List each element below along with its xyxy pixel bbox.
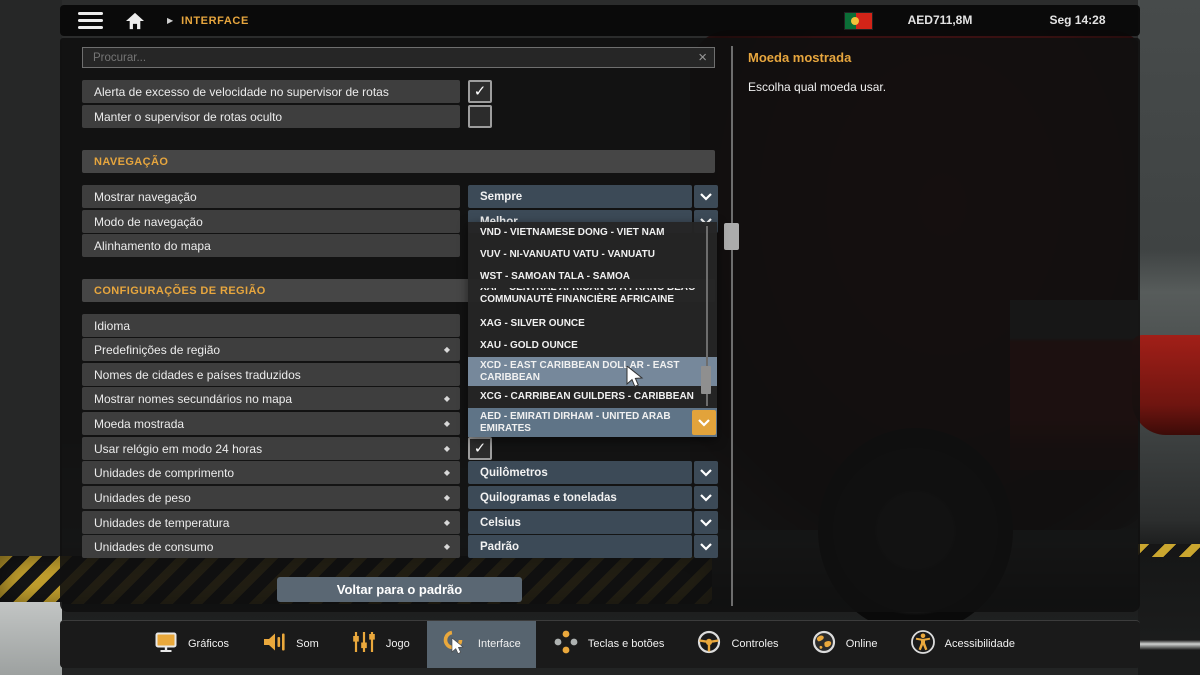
checkbox-hide-advisor[interactable]: [468, 105, 492, 128]
modified-diamond-icon: ◆: [443, 518, 450, 527]
currency-option[interactable]: XAF - CENTRAL AFRICAN CFA FRANC BEAC - C…: [468, 288, 717, 313]
modified-diamond-icon: ◆: [443, 468, 450, 477]
dropdown-value[interactable]: Sempre: [468, 185, 692, 208]
modified-diamond-icon: ◆: [443, 493, 450, 502]
section-header-navigation: NAVEGAÇÃO: [82, 150, 715, 173]
chevron-down-icon[interactable]: [694, 486, 718, 509]
speaker-icon: [261, 629, 287, 660]
setting-label-show-navigation: Mostrar navegação: [82, 185, 460, 208]
chevron-down-icon[interactable]: [694, 461, 718, 484]
cursor-swirl-icon: [442, 629, 469, 661]
gamepad-buttons-icon: [553, 629, 579, 660]
panel-scrollbar-track[interactable]: [731, 46, 733, 606]
dropdown-value[interactable]: Celsius: [468, 511, 692, 534]
ets2-options-screen: ▶ INTERFACE AED711,8M Seg 14:28 × Alerta…: [0, 0, 1200, 675]
currency-option[interactable]: VND - VIETNAMESE DONG - VIET NAM: [468, 222, 717, 244]
hazard-stripe-right: [1138, 544, 1200, 557]
search-box: ×: [82, 47, 715, 68]
setting-label-24h-clock: Usar relógio em modo 24 horas ◆: [82, 437, 460, 460]
setting-label-region-presets: Predefinições de região ◆: [82, 338, 460, 361]
panel-scrollbar-thumb[interactable]: [724, 223, 739, 250]
monitor-icon: [153, 629, 179, 660]
currency-option[interactable]: XCG - CARRIBEAN GUILDERS - CARIBBEAN: [468, 386, 717, 408]
setting-label-map-alignment: Alinhamento do mapa: [82, 234, 460, 257]
menu-icon[interactable]: [78, 11, 103, 30]
dropdown-temperature-units: Celsius: [468, 511, 718, 534]
dropdown-length-units: Quilômetros: [468, 461, 718, 484]
setting-label-navigation-mode: Modo de navegação: [82, 210, 460, 233]
dropdown-value[interactable]: Quilogramas e toneladas: [468, 486, 692, 509]
setting-label-displayed-currency: Moeda mostrada ◆: [82, 412, 460, 435]
currency-option-selected[interactable]: AED - EMIRATI DIRHAM - UNITED ARAB EMIRA…: [468, 408, 717, 437]
setting-label-weight-units: Unidades de peso ◆: [82, 486, 460, 509]
tab-interface[interactable]: Interface: [426, 621, 536, 668]
info-panel-title: Moeda mostrada: [748, 50, 852, 65]
floor-curb: [0, 602, 62, 675]
clear-search-icon[interactable]: ×: [691, 50, 714, 65]
tab-graphics[interactable]: Gráficos: [138, 621, 244, 668]
dropdown-consumption-units: Padrão: [468, 535, 718, 558]
currency-option-hovered[interactable]: XCD - EAST CARIBBEAN DOLLAR - EAST CARIB…: [468, 357, 717, 386]
setting-label-translated-names: Nomes de cidades e países traduzidos: [82, 363, 460, 386]
top-bar: ▶ INTERFACE AED711,8M Seg 14:28: [60, 5, 1140, 36]
modified-diamond-icon: ◆: [443, 542, 450, 551]
checkbox-24h-clock[interactable]: ✓: [468, 437, 492, 460]
modified-diamond-icon: ◆: [443, 444, 450, 453]
globe-icon: [811, 629, 837, 660]
modified-diamond-icon: ◆: [443, 345, 450, 354]
home-icon[interactable]: [125, 12, 145, 30]
tab-keys-buttons[interactable]: Teclas e botões: [538, 621, 679, 668]
time-display: Seg 14:28: [1049, 13, 1106, 27]
tab-game[interactable]: Jogo: [336, 621, 425, 668]
info-panel-description: Escolha qual moeda usar.: [748, 80, 887, 94]
chevron-up-toggle-icon[interactable]: [692, 410, 716, 435]
setting-label-consumption-units: Unidades de consumo ◆: [82, 535, 460, 558]
dropdown-value[interactable]: Padrão: [468, 535, 692, 558]
setting-label-hide-advisor: Manter o supervisor de rotas oculto: [82, 105, 460, 128]
setting-label-temperature-units: Unidades de temperatura ◆: [82, 511, 460, 534]
tab-controls[interactable]: Controles: [681, 621, 793, 668]
currency-option[interactable]: VUV - NI-VANUATU VATU - VANUATU: [468, 244, 717, 266]
truck-fender-backdrop: [1132, 335, 1200, 435]
dropdown-show-navigation: Sempre: [468, 185, 718, 208]
settings-panel: × Alerta de excesso de velocidade no sup…: [60, 38, 1140, 612]
sliders-icon: [351, 629, 377, 660]
setting-label-speed-alert: Alerta de excesso de velocidade no super…: [82, 80, 460, 103]
tab-accessibility[interactable]: Acessibilidade: [895, 621, 1030, 668]
dropdown-weight-units: Quilogramas e toneladas: [468, 486, 718, 509]
money-display: AED711,8M: [907, 13, 973, 27]
checkbox-speed-alert[interactable]: ✓: [468, 80, 492, 103]
tab-online[interactable]: Online: [796, 621, 893, 668]
currency-option[interactable]: XAU - GOLD OUNCE: [468, 335, 717, 357]
steering-wheel-icon: [696, 629, 722, 660]
modified-diamond-icon: ◆: [443, 394, 450, 403]
search-input[interactable]: [83, 51, 692, 64]
setting-label-language: Idioma: [82, 314, 460, 337]
breadcrumb-chevron-icon: ▶: [167, 16, 174, 25]
breadcrumb: INTERFACE: [181, 14, 249, 27]
currency-dropdown-list: VND - VIETNAMESE DONG - VIET NAM VUV - N…: [468, 222, 717, 437]
garage-wall-left: [0, 0, 62, 675]
currency-option[interactable]: WST - SAMOAN TALA - SAMOA: [468, 266, 717, 288]
dropdown-value[interactable]: Quilômetros: [468, 461, 692, 484]
settings-tab-bar: Gráficos Som Jogo Interface Teclas e bot…: [60, 620, 1140, 668]
modified-diamond-icon: ◆: [443, 419, 450, 428]
tab-sound[interactable]: Som: [246, 621, 334, 668]
accessibility-person-icon: [910, 629, 936, 660]
setting-label-length-units: Unidades de comprimento ◆: [82, 461, 460, 484]
chevron-down-icon[interactable]: [694, 185, 718, 208]
currency-option[interactable]: XAG - SILVER OUNCE: [468, 313, 717, 335]
reset-defaults-button[interactable]: Voltar para o padrão: [277, 577, 522, 602]
setting-label-secondary-names: Mostrar nomes secundários no mapa ◆: [82, 387, 460, 410]
dropdown-scrollbar-thumb[interactable]: [701, 366, 711, 394]
chevron-down-icon[interactable]: [694, 511, 718, 534]
chevron-down-icon[interactable]: [694, 535, 718, 558]
